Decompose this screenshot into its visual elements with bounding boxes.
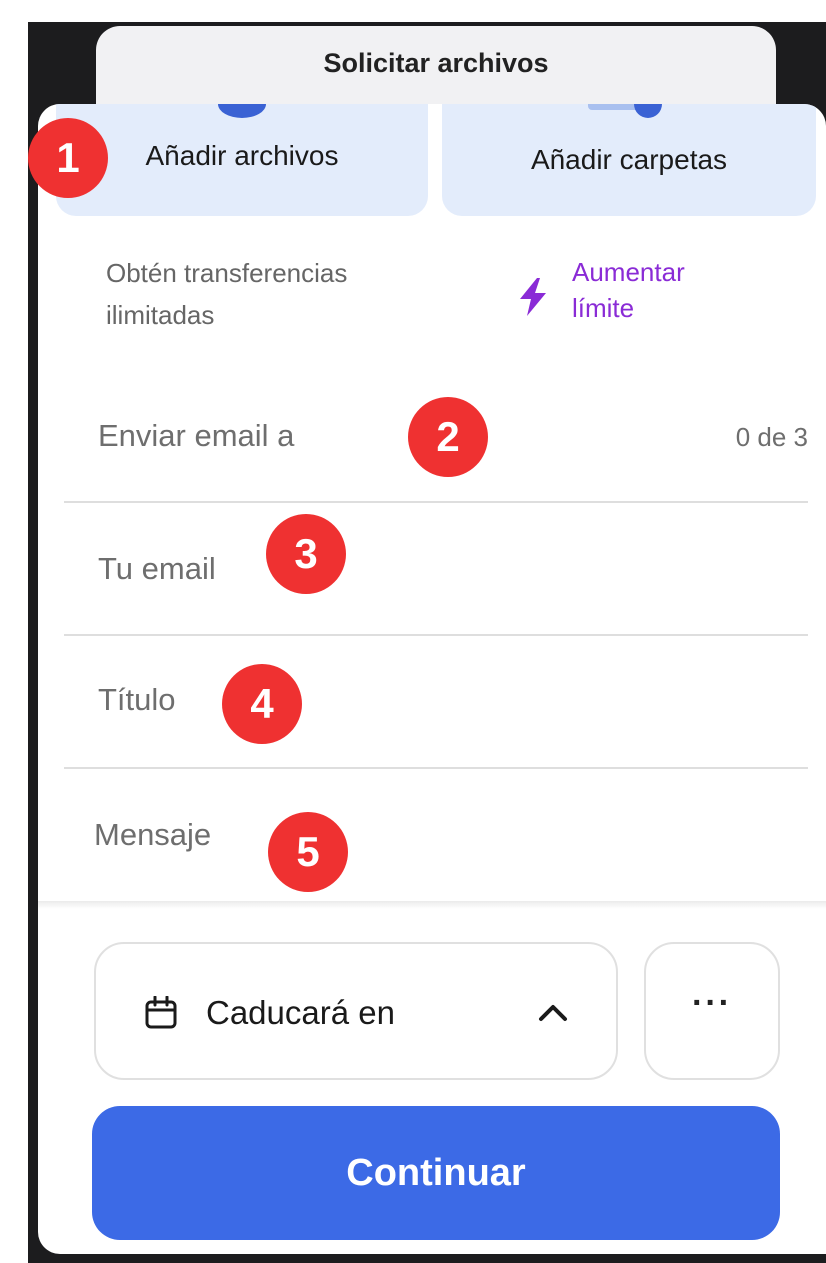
send-to-placeholder: Enviar email a [98,418,295,453]
your-email-placeholder: Tu email [98,551,216,586]
marker-3: 3 [266,514,346,594]
folder-plus-icon [634,104,662,118]
add-folders-button[interactable]: Añadir carpetas [442,104,816,216]
continue-label: Continuar [346,1152,526,1194]
more-options-button[interactable]: ··· [644,942,780,1080]
marker-5: 5 [268,812,348,892]
recipient-counter: 0 de 3 [735,422,808,452]
calendar-icon [145,996,177,1029]
message-placeholder: Mensaje [94,817,212,852]
message-field[interactable]: Mensaje [64,769,808,899]
add-files-button[interactable]: Añadir archivos [56,104,428,216]
transfer-panel: Añadir archivos Añadir carpetas Obtén tr… [38,104,826,1254]
chevron-up-icon [539,1005,567,1021]
increase-limit-label: Aumentar límite [572,257,685,323]
title-field[interactable]: Título [64,634,808,769]
expiry-dropdown[interactable]: Caducará en [94,942,618,1080]
increase-limit-link[interactable]: Aumentar límite [518,254,758,334]
promo-text: Obtén transferencias ilimitadas [106,258,348,330]
marker-1: 1 [28,118,108,198]
your-email-field[interactable]: Tu email [64,501,808,636]
lightning-icon [520,278,546,316]
more-options-icon: ··· [692,984,732,1022]
title-placeholder: Título [98,682,176,717]
footer-divider [38,901,826,909]
add-files-icon [218,104,266,118]
expiry-label: Caducará en [206,994,395,1031]
tab-title: Solicitar archivos [323,48,549,78]
add-folders-label: Añadir carpetas [530,144,728,175]
continue-button[interactable]: Continuar [92,1106,780,1240]
marker-2: 2 [408,397,488,477]
add-files-label: Añadir archivos [145,140,339,171]
marker-4: 4 [222,664,302,744]
